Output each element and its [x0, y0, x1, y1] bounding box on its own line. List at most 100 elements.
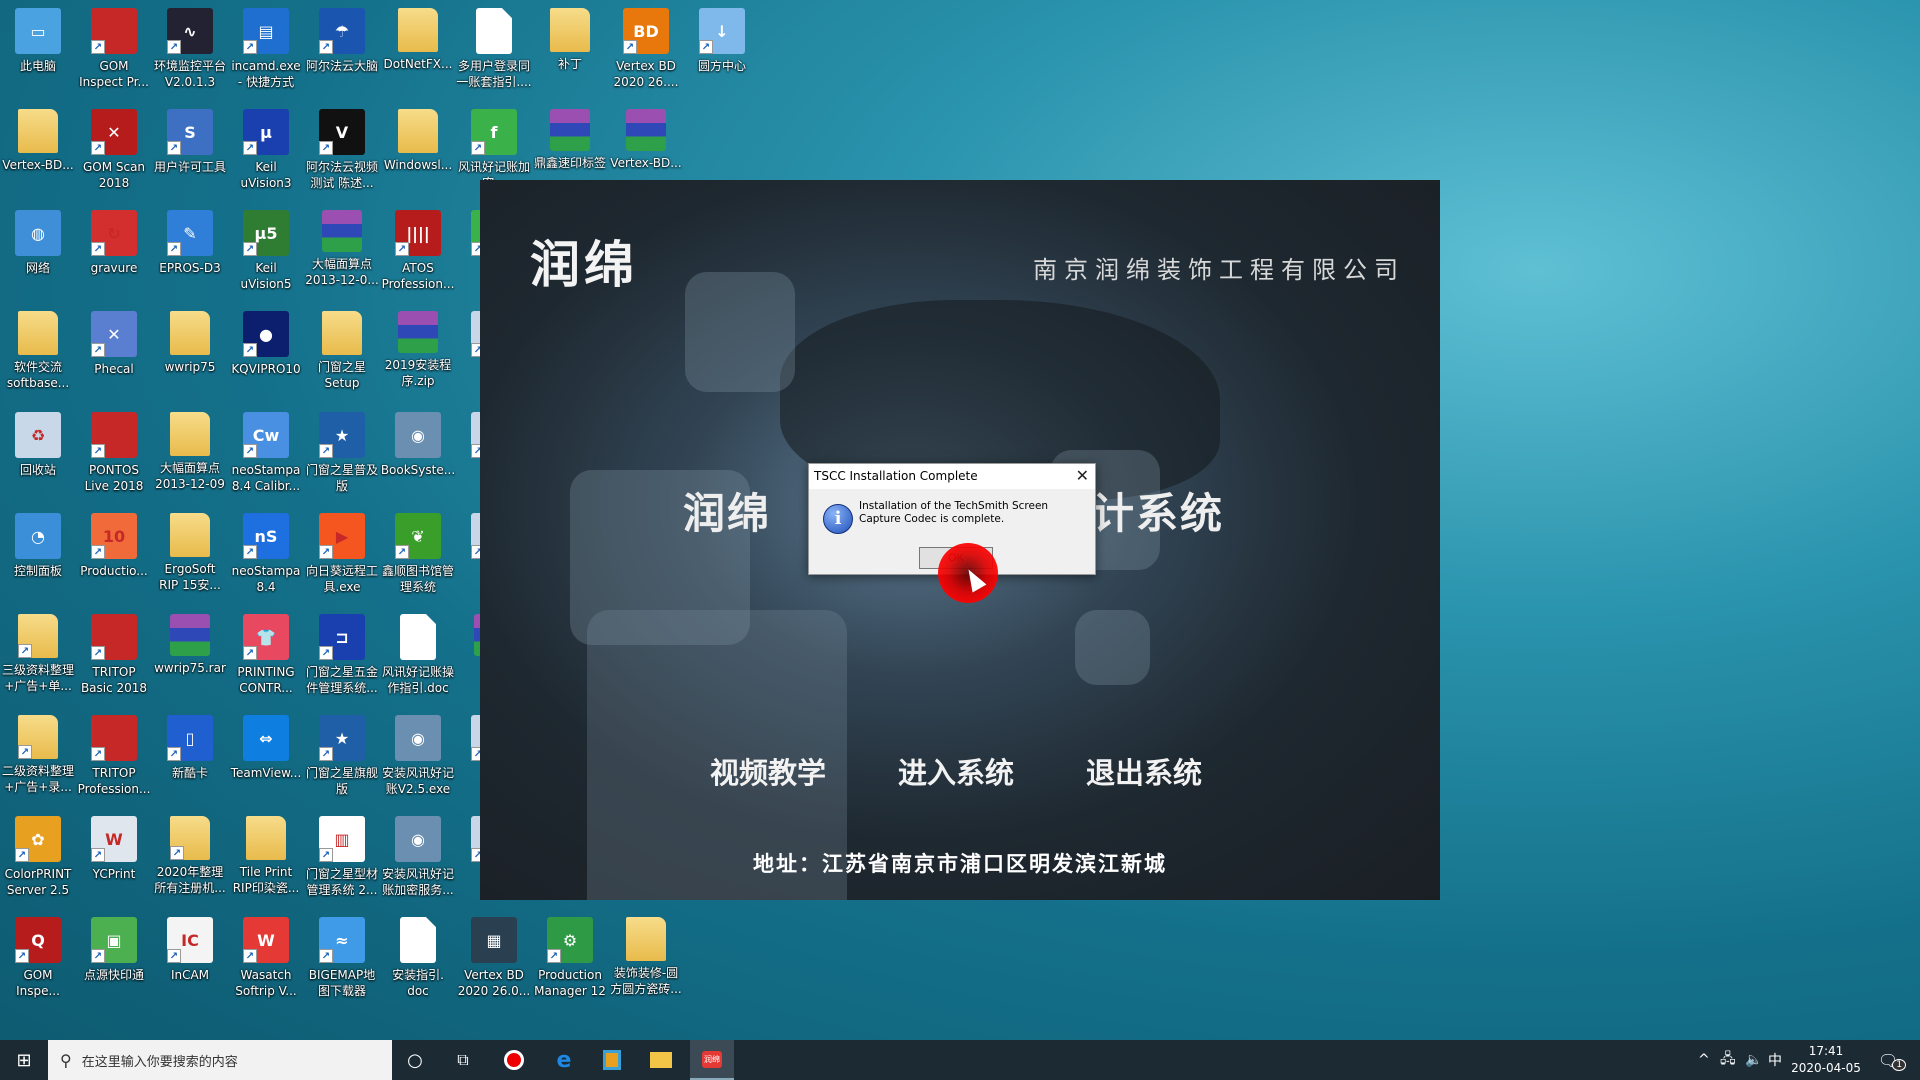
- desktop-icon[interactable]: μ ↗ Keil uVision3: [228, 101, 304, 201]
- desktop-icon[interactable]: 安装指引. doc: [380, 909, 456, 1009]
- desktop-icon[interactable]: ◔ 控制面板: [0, 505, 76, 605]
- network-icon[interactable]: 🖧: [1720, 1040, 1736, 1080]
- flag-icon: ★ ↗: [319, 715, 365, 761]
- desktop-icon[interactable]: ↻ ↗ gravure: [76, 202, 152, 302]
- desktop-icon[interactable]: 10 ↗ Productio...: [76, 505, 152, 605]
- desktop-icon[interactable]: ∿ ↗ 环境监控平台 V2.0.1.3: [152, 0, 228, 100]
- desktop-icon[interactable]: 补丁: [532, 0, 608, 100]
- desktop-icon[interactable]: μ5 ↗ Keil uVision5: [228, 202, 304, 302]
- ime-indicator[interactable]: 中: [1768, 1040, 1782, 1080]
- desktop-icon[interactable]: wwrip75.rar: [152, 606, 228, 706]
- desktop-icon[interactable]: ✿ ↗ ColorPRINT Server 2.5: [0, 808, 76, 908]
- desktop-icon[interactable]: 门窗之星 Setup: [304, 303, 380, 403]
- desktop-icon[interactable]: IC ↗ InCAM: [152, 909, 228, 1009]
- desktop-icon[interactable]: 装饰装修-圆 方圆方瓷砖...: [608, 909, 684, 1009]
- desktop-icon-label: 圆方中心: [697, 59, 746, 73]
- desktop-icon[interactable]: ▯ ↗ 新酷卡: [152, 707, 228, 807]
- desktop-icon[interactable]: ▭ 此电脑: [0, 0, 76, 100]
- desktop-icon-label: Keil uVision3: [240, 160, 292, 190]
- desktop-icon[interactable]: Vertex-BD...: [0, 101, 76, 201]
- desktop-icon[interactable]: wwrip75: [152, 303, 228, 403]
- desktop-icon[interactable]: ◎ ↗ TRITOP Basic 2018: [76, 606, 152, 706]
- desktop-icon[interactable]: ◉ BookSyste...: [380, 404, 456, 504]
- desktop-icon[interactable]: ☂ ↗ 阿尔法云大脑: [304, 0, 380, 100]
- desktop-icon[interactable]: ❦ ↗ 鑫顺图书馆管 理系统: [380, 505, 456, 605]
- desktop-icon[interactable]: 大幅面算点 2013-12-0...: [304, 202, 380, 302]
- desktop-icon[interactable]: W ↗ YCPrint: [76, 808, 152, 908]
- desktop-icon[interactable]: 风讯好记账操 作指引.doc: [380, 606, 456, 706]
- desktop-icon-label: 大幅面算点 2013-12-09: [155, 461, 225, 491]
- volume-icon[interactable]: 🔈: [1745, 1040, 1762, 1080]
- desktop-icon[interactable]: ≈ ↗ BIGEMAP地 图下载器: [304, 909, 380, 1009]
- cortana-icon[interactable]: ○: [395, 1040, 435, 1080]
- desktop-icon[interactable]: ErgoSoft RIP 15安...: [152, 505, 228, 605]
- edge-icon[interactable]: e: [544, 1040, 584, 1080]
- desktop-icon[interactable]: ● ↗ KQVIPRO10: [228, 303, 304, 403]
- desktop-icon[interactable]: ⇔ TeamView...: [228, 707, 304, 807]
- search-box[interactable]: ⚲ 在这里输入你要搜索的内容: [48, 1040, 392, 1080]
- desktop-icon[interactable]: ▦ Vertex BD 2020 26.0...: [456, 909, 532, 1009]
- desktop-icon[interactable]: ↗ 三级资料整理 +广告+单...: [0, 606, 76, 706]
- desktop-icon[interactable]: Q ↗ GOM Inspe...: [0, 909, 76, 1009]
- shortcut-arrow-icon: ↗: [170, 846, 184, 860]
- desktop-icon-label: 2019安装程 序.zip: [384, 358, 452, 388]
- app-icon[interactable]: [592, 1040, 632, 1080]
- desktop-icon[interactable]: W ↗ Wasatch Softrip V...: [228, 909, 304, 1009]
- desktop-icon[interactable]: ♻ 回收站: [0, 404, 76, 504]
- desktop-icon[interactable]: |||| ↗ ATOS Profession...: [380, 202, 456, 302]
- desktop-icon-label: Windowsl...: [383, 158, 453, 172]
- windows-start-icon[interactable]: ⊞: [0, 1040, 48, 1080]
- folder-icon: [246, 816, 286, 860]
- desktop-icon[interactable]: S ↗ 用户许可工具: [152, 101, 228, 201]
- desktop-icon[interactable]: Cw ↗ neoStampa 8.4 Calibr...: [228, 404, 304, 504]
- desktop-icon[interactable]: ◉ 安装风讯好记 账加密服务...: [380, 808, 456, 908]
- desktop-icon[interactable]: Q ↗ GOM Inspect Pr...: [76, 0, 152, 100]
- notification-icon[interactable]: 🗨 1: [1878, 1040, 1907, 1080]
- clock[interactable]: 17:41 2020-04-05: [1790, 1043, 1862, 1077]
- desktop-icon[interactable]: V ↗ 阿尔法云视频 测试 陈述...: [304, 101, 380, 201]
- desktop-icon[interactable]: ▣ ↗ 点源快印通: [76, 909, 152, 1009]
- desktop-icon[interactable]: 👕 ↗ PRINTING CONTR...: [228, 606, 304, 706]
- enter-system-button[interactable]: 进入系统: [898, 750, 1014, 792]
- close-icon[interactable]: ✕: [1076, 466, 1089, 485]
- desktop-icon[interactable]: ↗ ↗ PONTOS Live 2018: [76, 404, 152, 504]
- desktop-icon[interactable]: ▶ ↗ 向日葵远程工 具.exe: [304, 505, 380, 605]
- desktop-icon[interactable]: ◉ 安装风讯好记 账V2.5.exe: [380, 707, 456, 807]
- document-icon: [476, 8, 512, 54]
- desktop-icon[interactable]: 多用户登录同 一账套指引....: [456, 0, 532, 100]
- video-tutorial-button[interactable]: 视频教学: [710, 750, 826, 792]
- exit-system-button[interactable]: 退出系统: [1086, 750, 1202, 792]
- desktop-icon[interactable]: 2019安装程 序.zip: [380, 303, 456, 403]
- file-explorer-icon[interactable]: [641, 1040, 681, 1080]
- desktop-icon[interactable]: ✕ ↗ Phecal: [76, 303, 152, 403]
- desktop-icon[interactable]: ↗ 2020年整理 所有注册机...: [152, 808, 228, 908]
- desktop-icon-label: 安装风讯好记 账加密服务...: [381, 867, 454, 897]
- desktop-icon[interactable]: ★ ↗ 门窗之星普及 版: [304, 404, 380, 504]
- desktop-icon[interactable]: ↗ 二级资料整理 +广告+录...: [0, 707, 76, 807]
- show-hidden-icons[interactable]: ^: [1698, 1040, 1710, 1080]
- desktop-icon[interactable]: ✕ ↗ GOM Scan 2018: [76, 101, 152, 201]
- desktop-icon[interactable]: ◍ 网络: [0, 202, 76, 302]
- desktop-icon[interactable]: nS ↗ neoStampa 8.4: [228, 505, 304, 605]
- desktop-icon[interactable]: ◎ ↗ TRITOP Profession...: [76, 707, 152, 807]
- desktop-icon-label: 多用户登录同 一账套指引....: [456, 59, 532, 89]
- download-cloud-icon: ↓ ↗: [699, 8, 745, 54]
- desktop-icon[interactable]: BD ↗ Vertex BD 2020 26....: [608, 0, 684, 100]
- search-placeholder: 在这里输入你要搜索的内容: [81, 1054, 238, 1070]
- desktop-icon[interactable]: Tile Print RIP印染瓷...: [228, 808, 304, 908]
- desktop-icon[interactable]: 软件交流 softbase...: [0, 303, 76, 403]
- desktop-icon[interactable]: ▥ ↗ 门窗之星型材 管理系统 2...: [304, 808, 380, 908]
- record-app-icon[interactable]: [494, 1040, 534, 1080]
- desktop-icon[interactable]: ★ ↗ 门窗之星旗舰 版: [304, 707, 380, 807]
- desktop-icon[interactable]: ⊐ ↗ 门窗之星五金 件管理系统...: [304, 606, 380, 706]
- desktop-icon[interactable]: 大幅面算点 2013-12-09: [152, 404, 228, 504]
- desktop-icon[interactable]: ↓ ↗ 圆方中心: [684, 0, 760, 100]
- desktop-icon[interactable]: ▤ ↗ incamd.exe - 快捷方式: [228, 0, 304, 100]
- desktop-icon[interactable]: Windowsl...: [380, 101, 456, 201]
- task-view-icon[interactable]: ⧉: [443, 1040, 483, 1080]
- desktop-icon[interactable]: DotNetFX...: [380, 0, 456, 100]
- shortcut-arrow-icon: ↗: [319, 646, 333, 660]
- desktop-icon[interactable]: ✎ ↗ EPROS-D3: [152, 202, 228, 302]
- desktop-icon[interactable]: ⚙ ↗ Production Manager 12: [532, 909, 608, 1009]
- runmian-taskbar-button[interactable]: 润绵: [690, 1040, 734, 1080]
